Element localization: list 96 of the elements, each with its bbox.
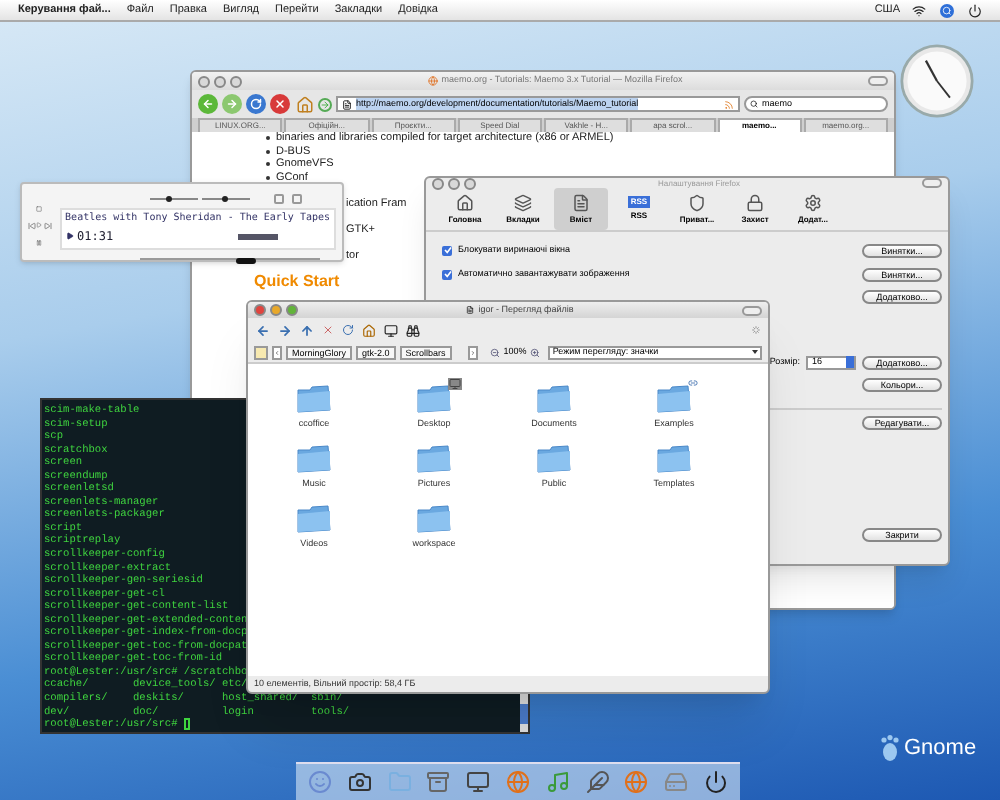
scrollbar[interactable] [520,694,528,732]
next-button[interactable] [41,219,54,232]
add-button[interactable] [318,97,332,111]
monitor-icon[interactable] [466,770,491,794]
toolbar-toggle-button[interactable] [742,305,762,315]
skip-forward-icon [43,221,52,230]
link-emblem-icon [688,378,698,388]
path-right-button[interactable] [467,345,478,359]
foot-logo-icon [880,734,900,763]
music-icon[interactable] [545,770,570,794]
reload-icon [250,98,262,110]
power-icon[interactable] [704,770,729,794]
brand-name: Gnome [904,734,977,764]
minimize-button[interactable] [448,177,460,189]
skip-back-icon [27,221,36,230]
folder-icon [536,384,572,414]
face-icon[interactable] [307,770,332,794]
play-button[interactable] [33,219,46,232]
zoom-in-button[interactable] [530,347,541,357]
folder-icon [296,504,332,534]
section-heading: Quick Start [254,271,340,290]
search-button[interactable] [406,323,420,337]
forward-button[interactable] [222,94,242,114]
play-state-icon [65,232,74,240]
right-arrow-icon [226,98,238,110]
zoom-button[interactable] [286,304,298,316]
search-icon[interactable] [940,3,954,17]
back-button[interactable] [198,94,218,114]
cursor-icon [183,718,190,731]
close-button[interactable] [254,304,266,316]
toolbar-toggle-button[interactable] [868,76,888,86]
document-icon [466,306,475,314]
path-left-button[interactable] [272,345,282,359]
stop-button[interactable] [322,324,334,336]
location-toggle-button[interactable] [254,345,268,359]
up-button[interactable] [300,323,314,337]
clock-drawing [900,44,974,118]
folder-icon [416,444,452,474]
shield-icon [688,193,706,211]
folder-icon [296,384,332,414]
left-arrow-icon [202,98,214,110]
feed-icon [724,99,734,109]
computer-button[interactable] [384,323,398,337]
toolbar-toggle-button[interactable] [921,178,942,188]
minimize-button[interactable] [214,75,226,87]
network-icon[interactable] [912,3,926,17]
folder-icon [416,504,452,534]
house-icon [456,193,474,211]
zoom-button[interactable] [230,75,242,87]
camera-icon[interactable] [347,770,372,794]
page-icon [342,99,352,109]
drawer-icon[interactable] [426,770,451,794]
slider-thumb[interactable] [165,196,172,202]
seek-thumb[interactable] [235,257,256,263]
feather-icon[interactable] [585,770,610,794]
pause-icon [36,240,43,247]
close-button[interactable] [198,75,210,87]
gear-icon [804,193,822,211]
checkbox[interactable] [442,269,452,279]
house-icon [295,95,313,113]
home-button[interactable] [362,323,376,337]
back-button[interactable] [256,323,270,337]
globe-icon[interactable] [624,770,649,794]
play-icon [36,222,43,229]
caret-icon [752,350,758,354]
layers-icon [514,193,532,211]
pause-button[interactable] [33,237,46,250]
folder-icon [656,384,692,414]
reload-button[interactable] [246,94,266,114]
zoom-button[interactable] [464,177,476,189]
document-icon [572,193,590,211]
slider-thumb[interactable] [222,196,229,202]
minimize-button[interactable] [270,304,282,316]
checkbox[interactable] [442,245,452,255]
left-chevron-icon [274,349,280,355]
hard-drive-icon[interactable] [664,770,689,794]
padlock-icon [746,193,764,211]
home-button[interactable] [294,94,314,114]
close-icon [274,98,286,110]
monitor-emblem-icon [448,378,462,390]
close-button[interactable] [432,177,444,189]
reload-button[interactable] [342,324,354,336]
firefox-icon [427,76,438,86]
folder-icon [536,444,572,474]
power-icon[interactable] [968,3,982,17]
folder-icon [416,384,452,414]
globe-icon[interactable] [505,770,530,794]
spectrum-drawing [237,233,278,239]
previous-button[interactable] [25,219,38,232]
folder-icon [296,444,332,474]
search-icon [750,100,758,108]
stop-button[interactable] [270,94,290,114]
zoom-out-button[interactable] [489,347,500,357]
folder-icon [656,444,692,474]
right-arrow-icon [320,99,330,109]
forward-button[interactable] [278,323,292,337]
